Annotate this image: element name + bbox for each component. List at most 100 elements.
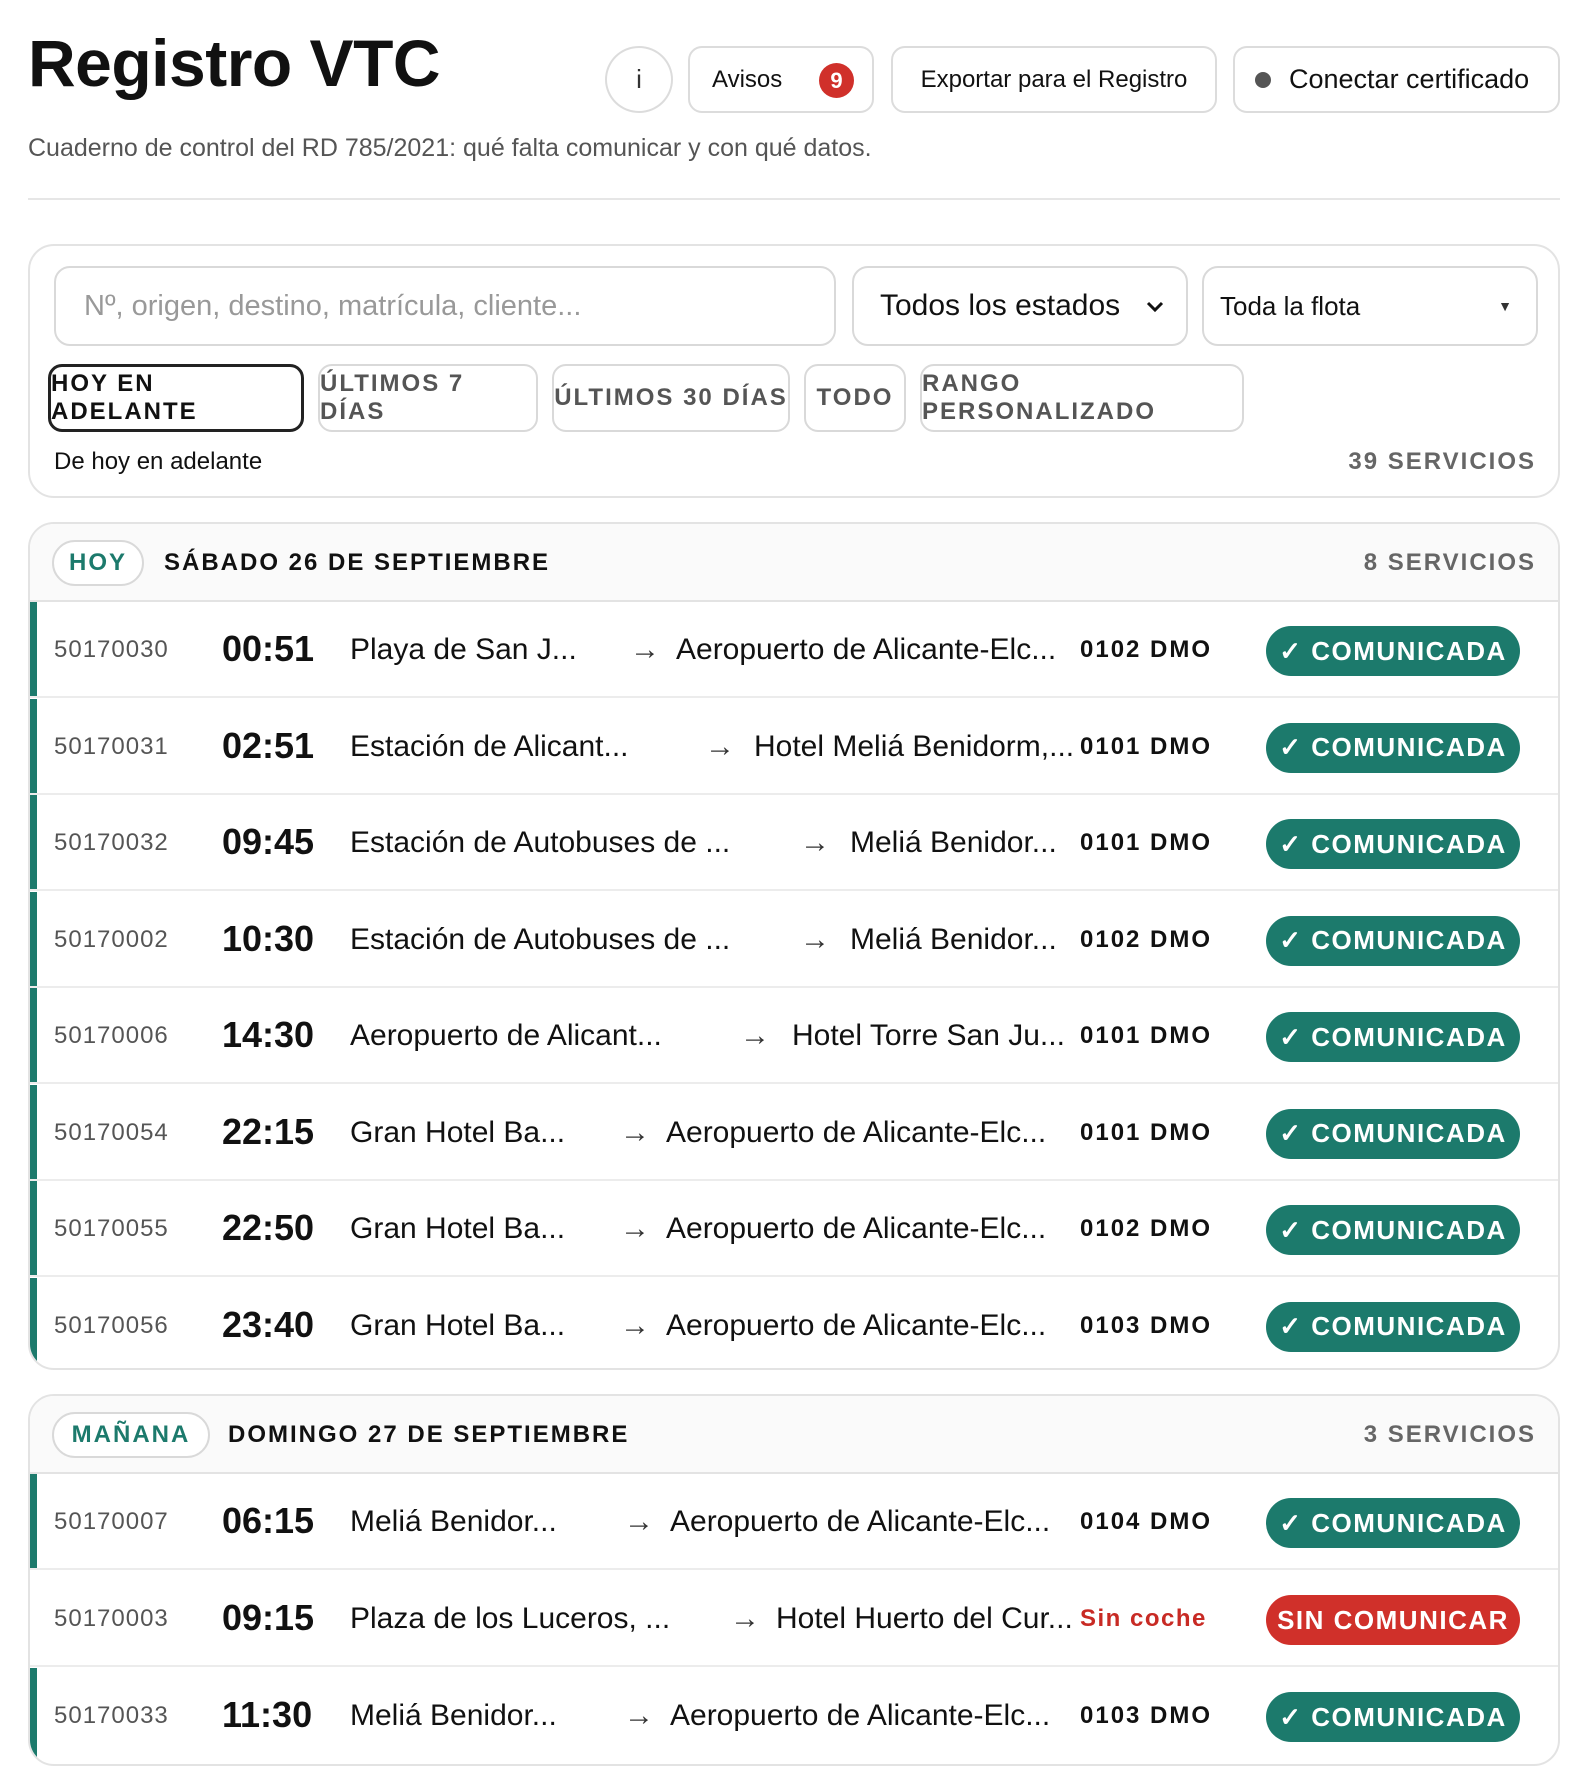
status-badge[interactable]: ✓ COMUNICADA bbox=[1266, 819, 1520, 869]
day-date: DOMINGO 27 DE SEPTIEMBRE bbox=[228, 1421, 630, 1448]
status-dot-icon bbox=[1255, 71, 1271, 88]
vehicle-plate: 0102 DMO bbox=[1080, 1215, 1213, 1242]
service-origin: Estación de Alicant... bbox=[350, 729, 629, 763]
vehicle-plate: 0103 DMO bbox=[1080, 1702, 1213, 1729]
arrow-right-icon: → bbox=[800, 826, 830, 859]
connect-certificate-button[interactable]: Conectar certificado bbox=[1233, 46, 1560, 113]
day-chip: MAÑANA bbox=[52, 1412, 210, 1458]
service-number: 50170056 bbox=[54, 1311, 169, 1339]
row-status-bar bbox=[30, 1277, 37, 1368]
row-status-bar bbox=[30, 1084, 37, 1179]
status-badge[interactable]: SIN COMUNICAR bbox=[1266, 1595, 1520, 1645]
arrow-right-icon: → bbox=[730, 1602, 760, 1635]
row-status-bar bbox=[30, 988, 37, 1082]
row-status-bar bbox=[30, 1668, 37, 1764]
fleet-select-value: Toda la flota bbox=[1220, 290, 1361, 321]
range-label: De hoy en adelante bbox=[54, 448, 263, 475]
vehicle-plate: 0101 DMO bbox=[1080, 732, 1213, 760]
vehicle-plate: 0104 DMO bbox=[1080, 1508, 1213, 1535]
arrow-right-icon: → bbox=[620, 1115, 650, 1149]
service-number: 50170003 bbox=[54, 1605, 169, 1632]
service-destination: Aeropuerto de Alicante-Elc... bbox=[670, 1505, 1051, 1538]
status-badge[interactable]: ✓ COMUNICADA bbox=[1266, 915, 1520, 966]
service-origin: Playa de San J... bbox=[350, 633, 577, 666]
service-number: 50170007 bbox=[54, 1508, 169, 1535]
page-subtitle: Cuaderno de control del RD 785/2021: qué… bbox=[28, 134, 872, 162]
service-origin: Meliá Benidor... bbox=[350, 1699, 557, 1732]
service-time: 22:50 bbox=[222, 1207, 315, 1248]
connect-certificate-label: Conectar certificado bbox=[1289, 64, 1530, 94]
arrow-right-icon: → bbox=[800, 922, 830, 956]
service-origin: Plaza de los Luceros, ... bbox=[350, 1602, 671, 1635]
chip-todo[interactable]: TODO bbox=[804, 364, 906, 432]
service-destination: Hotel Meliá Benidorm,... bbox=[754, 729, 1075, 763]
fleet-select[interactable]: Toda la flota ▼ bbox=[1202, 266, 1538, 346]
caret-down-icon: ▼ bbox=[1498, 298, 1512, 314]
filter-card: Nº, origen, destino, matrícula, cliente.… bbox=[28, 244, 1560, 498]
row-status-bar bbox=[30, 891, 37, 986]
service-origin: Gran Hotel Ba... bbox=[350, 1308, 566, 1342]
row-status-bar bbox=[30, 795, 37, 889]
service-time: 09:15 bbox=[222, 1597, 315, 1638]
service-number: 50170002 bbox=[54, 925, 169, 953]
service-number: 50170030 bbox=[54, 636, 169, 663]
service-number: 50170055 bbox=[54, 1215, 169, 1242]
service-row[interactable]: 50170007 06:15 Meliá Benidor... → Aeropuerto… bbox=[30, 1474, 1558, 1570]
service-destination: Meliá Benidor... bbox=[850, 922, 1057, 956]
service-row[interactable]: 50170033 11:30 Meliá Benidor... → Aeropuerto… bbox=[30, 1668, 1558, 1764]
header-divider bbox=[28, 198, 1560, 200]
avisos-button[interactable]: Avisos 9 bbox=[688, 46, 874, 113]
service-row[interactable]: 50170054 22:15 Gran Hotel Ba... → Aeropuerto… bbox=[30, 1084, 1558, 1181]
day-group-header: HOY SÁBADO 26 DE SEPTIEMBRE 8 SERVICIOS bbox=[30, 524, 1558, 602]
day-chip: HOY bbox=[52, 540, 144, 586]
service-origin: Estación de Autobuses de ... bbox=[350, 922, 731, 956]
status-badge[interactable]: ✓ COMUNICADA bbox=[1266, 1205, 1520, 1255]
service-row[interactable]: 50170056 23:40 Gran Hotel Ba... → Aeropuerto… bbox=[30, 1277, 1558, 1368]
status-badge[interactable]: ✓ COMUNICADA bbox=[1266, 1108, 1520, 1159]
service-time: 10:30 bbox=[222, 917, 315, 959]
row-status-bar bbox=[30, 698, 37, 793]
service-number: 50170006 bbox=[54, 1022, 169, 1049]
service-number: 50170054 bbox=[54, 1118, 169, 1146]
export-button[interactable]: Exportar para el Registro bbox=[891, 46, 1217, 113]
info-button[interactable]: i bbox=[605, 46, 673, 113]
arrow-right-icon: → bbox=[620, 1212, 650, 1245]
service-destination: Meliá Benidor... bbox=[850, 826, 1057, 859]
vehicle-plate: 0101 DMO bbox=[1080, 1118, 1213, 1146]
search-input[interactable]: Nº, origen, destino, matrícula, cliente.… bbox=[54, 266, 836, 346]
chip-ultimos-30-dias[interactable]: ÚLTIMOS 30 DÍAS bbox=[552, 364, 790, 432]
service-time: 06:15 bbox=[222, 1500, 315, 1541]
service-destination: Aeropuerto de Alicante-Elc... bbox=[666, 1115, 1047, 1149]
service-row[interactable]: 50170002 10:30 Estación de Autobuses de ..… bbox=[30, 891, 1558, 988]
day-group-tomorrow: MAÑANA DOMINGO 27 DE SEPTIEMBRE 3 SERVIC… bbox=[28, 1394, 1560, 1766]
status-select-value: Todos los estados bbox=[880, 289, 1121, 322]
status-badge[interactable]: ✓ COMUNICADA bbox=[1266, 1301, 1520, 1352]
status-badge[interactable]: ✓ COMUNICADA bbox=[1266, 722, 1520, 773]
arrow-right-icon: → bbox=[620, 1308, 650, 1342]
row-status-bar bbox=[30, 602, 37, 696]
status-badge[interactable]: ✓ COMUNICADA bbox=[1266, 1012, 1520, 1062]
status-badge[interactable]: ✓ COMUNICADA bbox=[1266, 1692, 1520, 1742]
chevron-down-icon bbox=[1144, 292, 1166, 329]
chip-ultimos-7-dias[interactable]: ÚLTIMOS 7 DÍAS bbox=[318, 364, 538, 432]
service-origin: Aeropuerto de Alicant... bbox=[350, 1019, 662, 1052]
status-badge[interactable]: ✓ COMUNICADA bbox=[1266, 1498, 1520, 1548]
service-row[interactable]: 50170006 14:30 Aeropuerto de Alicant... → Ho… bbox=[30, 988, 1558, 1084]
service-time: 22:15 bbox=[222, 1110, 315, 1152]
arrow-right-icon: → bbox=[630, 633, 660, 666]
service-destination: Aeropuerto de Alicante-Elc... bbox=[676, 633, 1057, 666]
service-row[interactable]: 50170003 09:15 Plaza de los Luceros, ... → H… bbox=[30, 1571, 1558, 1667]
day-group-header: MAÑANA DOMINGO 27 DE SEPTIEMBRE 3 SERVIC… bbox=[30, 1396, 1558, 1474]
service-row[interactable]: 50170055 22:50 Gran Hotel Ba... → Aeropuerto… bbox=[30, 1181, 1558, 1277]
service-row[interactable]: 50170031 02:51 Estación de Alicant... → Hote… bbox=[30, 698, 1558, 795]
service-row[interactable]: 50170032 09:45 Estación de Autobuses de ..… bbox=[30, 795, 1558, 891]
service-row[interactable]: 50170030 00:51 Playa de San J... → Aeropuert… bbox=[30, 602, 1558, 698]
service-destination: Aeropuerto de Alicante-Elc... bbox=[670, 1699, 1051, 1732]
page-title: Registro VTC bbox=[28, 26, 441, 100]
service-origin: Gran Hotel Ba... bbox=[350, 1115, 566, 1149]
chip-rango-personalizado[interactable]: RANGO PERSONALIZADO bbox=[920, 364, 1244, 432]
vehicle-plate: 0101 DMO bbox=[1080, 829, 1213, 856]
status-badge[interactable]: ✓ COMUNICADA bbox=[1266, 626, 1520, 676]
status-select[interactable]: Todos los estados bbox=[852, 266, 1188, 346]
chip-hoy-en-adelante[interactable]: HOY EN ADELANTE bbox=[48, 364, 304, 432]
